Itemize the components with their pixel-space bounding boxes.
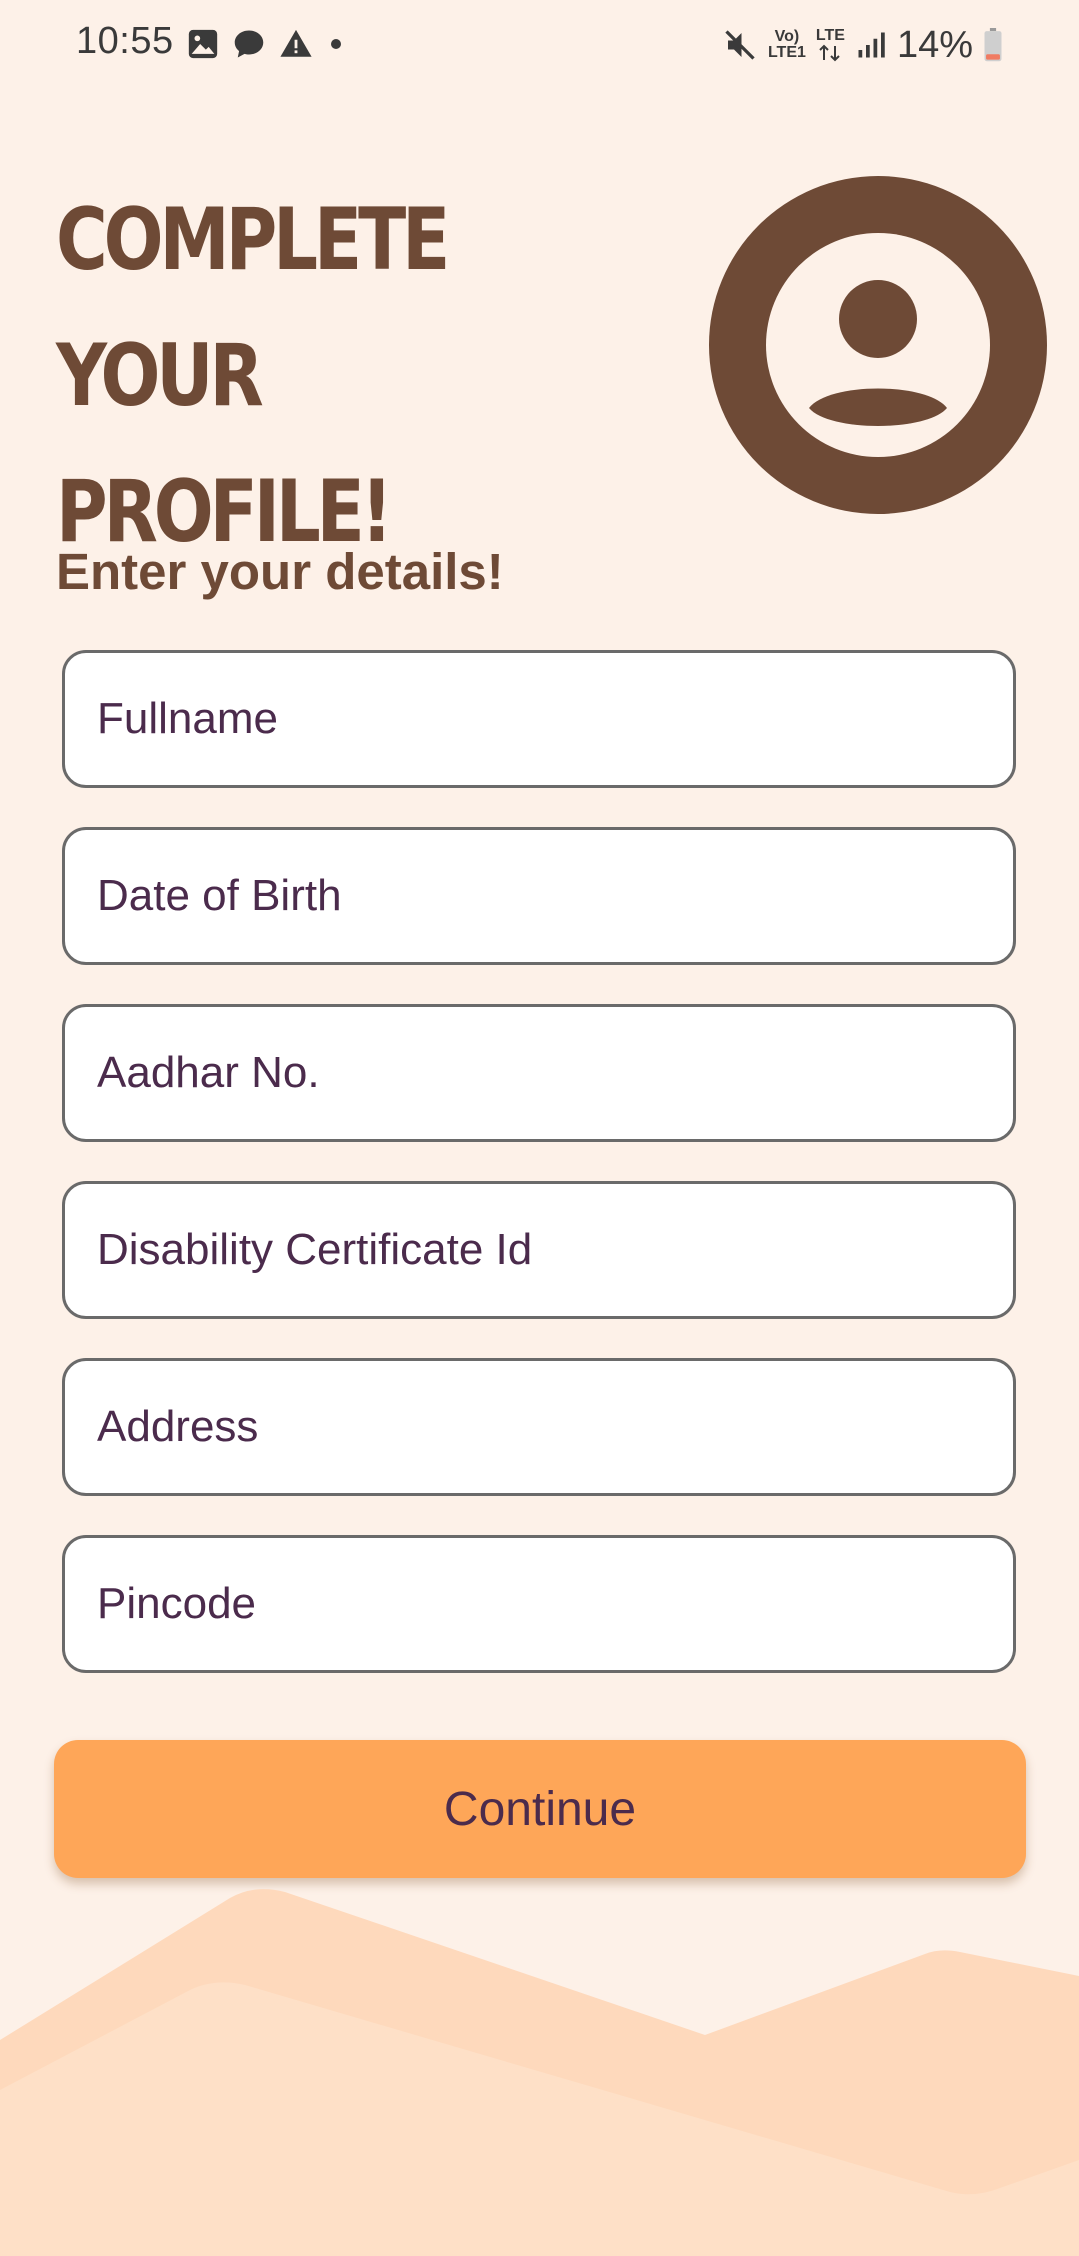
battery-percent: 14% xyxy=(896,23,973,66)
page-title: COMPLETE YOUR PROFILE! xyxy=(56,190,450,562)
warning-icon xyxy=(280,29,312,57)
aadhar-number-field[interactable] xyxy=(62,1004,1016,1142)
fullname-field[interactable] xyxy=(62,650,1016,788)
account-circle-icon[interactable] xyxy=(709,176,1047,514)
image-icon xyxy=(188,29,218,59)
volte-bottom-label: LTE1 xyxy=(767,44,806,61)
form-subtitle: Enter your details! xyxy=(56,543,504,600)
data-arrows-icon xyxy=(819,44,841,62)
system-icons: Vo) LTE1 LTE 14% xyxy=(722,20,1003,70)
signal-icon xyxy=(858,32,885,58)
status-time: 10:55 xyxy=(76,20,174,62)
disability-certificate-id-field[interactable] xyxy=(62,1181,1016,1319)
address-field[interactable] xyxy=(62,1358,1016,1496)
continue-button[interactable]: Continue xyxy=(54,1740,1026,1878)
lte-label: LTE xyxy=(815,27,845,44)
chat-bubble-icon xyxy=(234,30,264,58)
notification-icons xyxy=(186,24,348,64)
mountain-background-decoration xyxy=(0,1889,1079,2256)
battery-icon xyxy=(984,28,1002,62)
pincode-field[interactable] xyxy=(62,1535,1016,1673)
status-bar: 10:55 Vo) LTE1 LTE 14% xyxy=(0,0,1079,90)
volte-indicator: Vo) LTE1 xyxy=(768,29,806,61)
volte-top-label: Vo) xyxy=(774,28,800,45)
dot-icon xyxy=(331,39,341,49)
lte-indicator: LTE xyxy=(816,28,845,62)
mute-icon xyxy=(725,30,755,60)
date-of-birth-field[interactable] xyxy=(62,827,1016,965)
